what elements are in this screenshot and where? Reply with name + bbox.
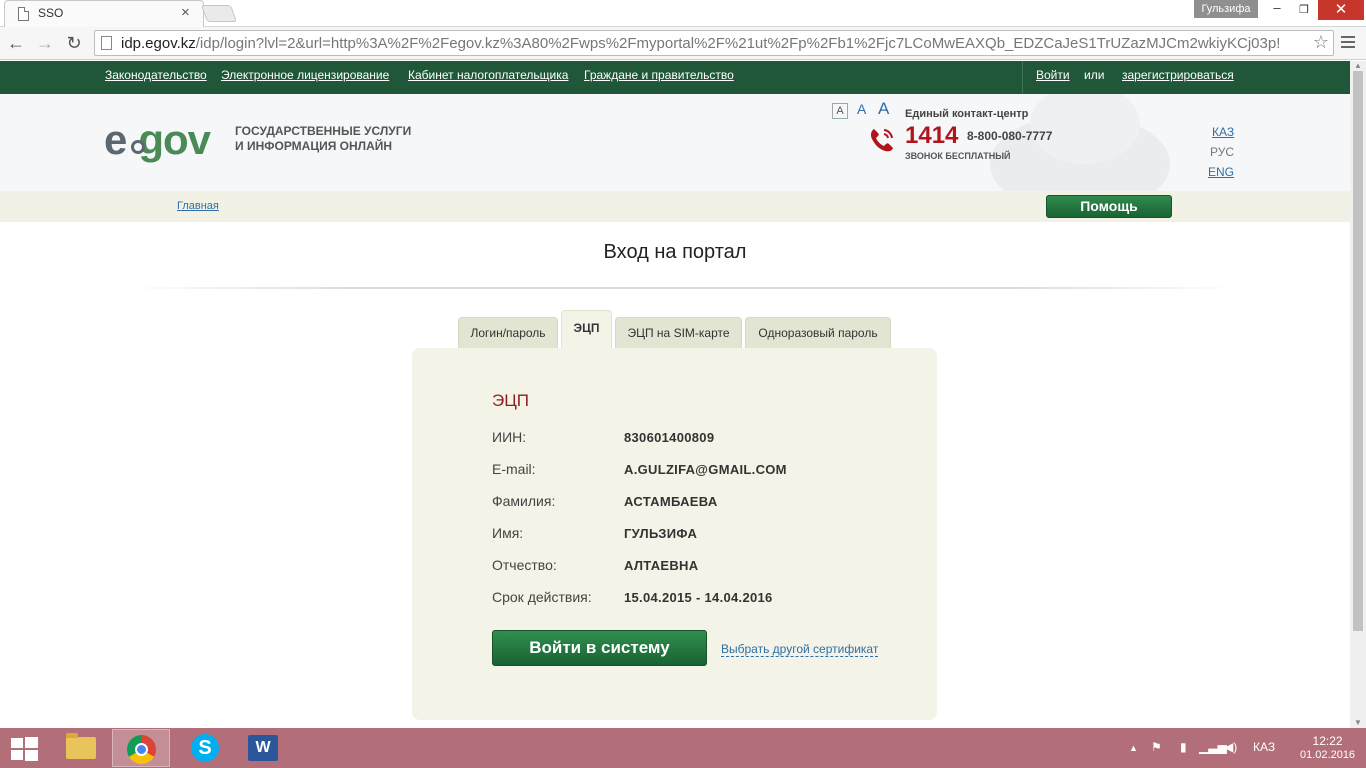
font-size-large[interactable]: A	[878, 99, 889, 119]
tab-eds-sim[interactable]: ЭЦП на SIM-карте	[615, 317, 742, 349]
login-link[interactable]: Войти	[1036, 68, 1070, 82]
nav-link-e-licensing[interactable]: Электронное лицензирование	[221, 68, 389, 82]
battery-icon[interactable]: ▮	[1180, 740, 1187, 754]
iin-value: 830601400809	[624, 430, 715, 445]
system-clock[interactable]: 12:22 01.02.2016	[1300, 734, 1355, 762]
taskbar-skype[interactable]: S	[176, 729, 234, 767]
windows-taskbar: S W ▲ ⚑ ▮ ▁▃▅ ◀) КАЗ 12:22 01.02.2016	[0, 728, 1366, 768]
nav-link-legislation[interactable]: Законодательство	[105, 68, 207, 82]
breadcrumb-home-link[interactable]: Главная	[177, 200, 219, 212]
language-kaz[interactable]: КАЗ	[1212, 125, 1234, 139]
url-text[interactable]: idp.egov.kz/idp/login?lvl=2&url=http%3A%…	[121, 35, 1311, 52]
taskbar-explorer[interactable]	[52, 729, 110, 767]
language-eng[interactable]: ENG	[1208, 165, 1234, 179]
scroll-thumb[interactable]	[1353, 71, 1363, 631]
tab-login-password[interactable]: Логин/пароль	[458, 317, 558, 349]
close-tab-icon[interactable]: ×	[181, 4, 190, 21]
bookmark-star-icon[interactable]: ☆	[1313, 32, 1329, 53]
surname-value: АСТАМБАЕВА	[624, 494, 718, 509]
browser-tab[interactable]: SSO ×	[4, 0, 204, 27]
page-icon	[101, 36, 112, 50]
minimize-button[interactable]: –	[1264, 0, 1290, 20]
phone-icon	[870, 129, 893, 152]
nav-link-citizens-government[interactable]: Граждане и правительство	[584, 68, 734, 82]
logo-arrow-icon	[131, 140, 145, 154]
new-tab-button[interactable]	[200, 5, 238, 22]
iin-label: ИИН:	[492, 429, 527, 445]
title-divider	[128, 287, 1238, 289]
free-call-note: ЗВОНОК БЕСПЛАТНЫЙ	[905, 151, 1011, 161]
login-button[interactable]: Войти в систему	[492, 630, 707, 666]
page-icon	[18, 7, 29, 21]
email-label: E-mail:	[492, 461, 536, 477]
name-value: ГУЛЬЗИФА	[624, 526, 698, 541]
tab-eds[interactable]: ЭЦП	[561, 310, 612, 349]
scroll-up-icon[interactable]: ▲	[1350, 61, 1366, 71]
site-tagline: ГОСУДАРСТВЕННЫЕ УСЛУГИ И ИНФОРМАЦИЯ ОНЛА…	[235, 124, 412, 153]
site-header: e gov ГОСУДАРСТВЕННЫЕ УСЛУГИ И ИНФОРМАЦИЯ…	[0, 94, 1350, 191]
font-size-medium[interactable]: A	[857, 101, 866, 117]
volume-icon[interactable]: ◀)	[1224, 740, 1237, 754]
patronymic-value: АЛТАЕВНА	[624, 558, 699, 573]
scroll-down-icon[interactable]: ▼	[1350, 718, 1366, 728]
egov-logo[interactable]: e gov	[104, 116, 211, 164]
page-scrollbar[interactable]: ▲ ▼	[1350, 61, 1366, 728]
contact-phone-number: 8-800-080-7777	[967, 129, 1053, 143]
font-size-small[interactable]: A	[832, 103, 848, 119]
browser-toolbar: ← → ↻ idp.egov.kz/idp/login?lvl=2&url=ht…	[0, 27, 1366, 60]
browser-titlebar: SSO × Гульзифа – ❐ ✕	[0, 0, 1366, 27]
browser-menu-icon[interactable]	[1340, 33, 1356, 53]
choose-other-certificate-link[interactable]: Выбрать другой сертификат	[721, 642, 879, 657]
patronymic-label: Отчество:	[492, 557, 557, 573]
input-language[interactable]: КАЗ	[1253, 740, 1275, 754]
certificate-title: ЭЦП	[492, 391, 530, 410]
validity-value: 15.04.2015 - 14.04.2016	[624, 590, 773, 605]
help-button[interactable]: Помощь	[1046, 195, 1172, 218]
skype-icon: S	[191, 734, 219, 762]
surname-label: Фамилия:	[492, 493, 556, 509]
contact-center-title: Единый контакт-центр	[905, 108, 1029, 120]
top-navigation: Законодательство Электронное лицензирова…	[0, 61, 1350, 94]
folder-icon	[66, 733, 96, 759]
or-text: или	[1084, 68, 1105, 82]
flag-icon[interactable]: ⚑	[1151, 740, 1162, 754]
validity-label: Срок действия:	[492, 589, 592, 605]
page-title: Вход на портал	[603, 241, 747, 263]
network-signal-icon[interactable]: ▁▃▅	[1199, 740, 1227, 754]
register-link[interactable]: зарегистрироваться	[1122, 68, 1234, 82]
tab-title: SSO	[38, 6, 64, 20]
word-icon: W	[248, 735, 278, 761]
forward-arrow-icon[interactable]: →	[33, 31, 57, 55]
page-viewport: Законодательство Электронное лицензирова…	[0, 61, 1350, 728]
address-bar[interactable]: idp.egov.kz/idp/login?lvl=2&url=http%3A%…	[94, 30, 1334, 56]
profile-badge[interactable]: Гульзифа	[1194, 0, 1258, 18]
language-rus: РУС	[1210, 145, 1235, 159]
name-label: Имя:	[492, 525, 524, 541]
breadcrumb: Главная Помощь	[0, 191, 1350, 222]
taskbar-chrome[interactable]	[112, 729, 170, 767]
close-window-button[interactable]: ✕	[1318, 0, 1364, 20]
nav-divider	[1022, 61, 1023, 94]
contact-short-number: 1414	[905, 122, 959, 149]
taskbar-word[interactable]: W	[234, 729, 292, 767]
maximize-button[interactable]: ❐	[1291, 0, 1317, 20]
show-hidden-icons-icon[interactable]: ▲	[1129, 743, 1138, 753]
email-value: A.GULZIFA@GMAIL.COM	[624, 462, 787, 477]
certificate-panel: ЭЦП ИИН: 830601400809 E-mail: A.GULZIFA@…	[412, 348, 937, 720]
chrome-icon	[127, 735, 156, 764]
back-arrow-icon[interactable]: ←	[4, 31, 28, 55]
reload-icon[interactable]: ↻	[62, 31, 86, 55]
windows-start-icon[interactable]	[10, 737, 38, 761]
nav-link-taxpayer-cabinet[interactable]: Кабинет налогоплательщика	[408, 68, 568, 82]
tab-one-time-password[interactable]: Одноразовый пароль	[745, 317, 891, 349]
